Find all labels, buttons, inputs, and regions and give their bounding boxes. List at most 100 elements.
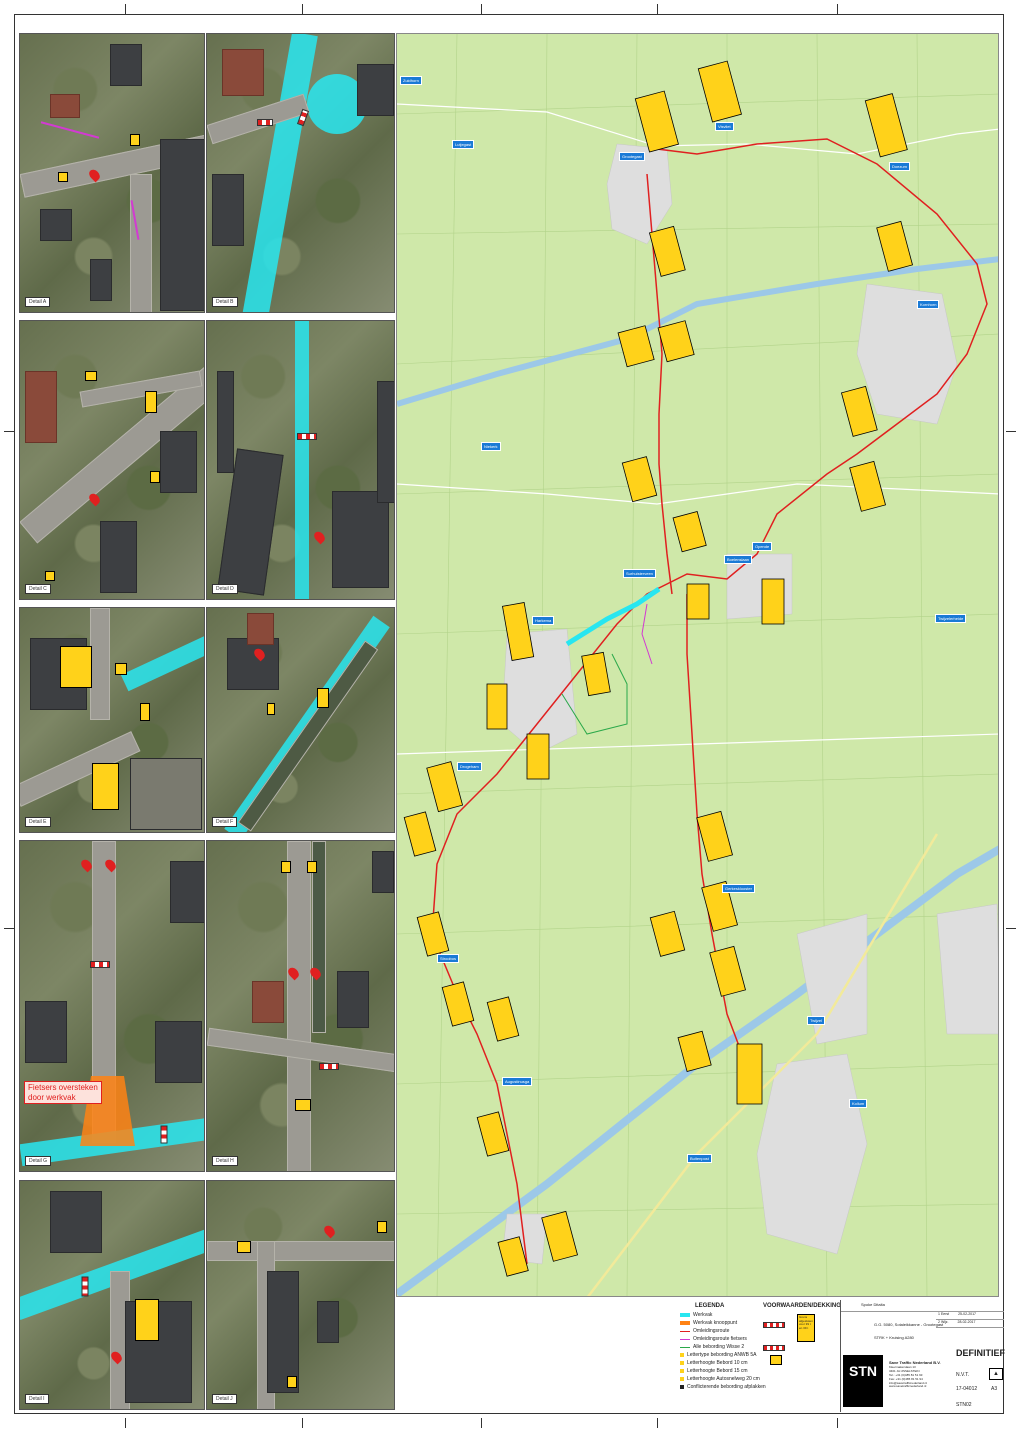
town-label[interactable]: Twijzelerheide xyxy=(935,614,967,623)
panel-label: Detail G xyxy=(25,1156,52,1166)
parking-area xyxy=(130,758,202,830)
building-roof xyxy=(217,371,234,473)
title-block: Spoke Ditalta 1 Eerst 25-02-2017 2 Wijz.… xyxy=(840,1300,1005,1412)
town-label[interactable]: Zuidhorn xyxy=(400,76,422,85)
building-roof xyxy=(212,174,244,246)
traffic-sign xyxy=(145,391,157,413)
marker-pin-icon xyxy=(312,529,327,545)
town-label[interactable]: Harkema xyxy=(532,616,555,625)
town-label[interactable]: Niekerk xyxy=(481,442,501,451)
building-roof xyxy=(50,94,80,118)
panel-label: Detail J xyxy=(212,1394,237,1404)
town-label[interactable]: Stroobos xyxy=(437,954,460,963)
werkvak-road xyxy=(120,632,204,692)
legend-row: Lettertype bebording ANWB 5A xyxy=(680,1352,757,1358)
building-roof xyxy=(252,981,284,1023)
building-roof xyxy=(357,64,394,116)
town-label[interactable]: Kornhorn xyxy=(917,300,940,309)
company-address: Kleermakerslaan 13 3401 JA IJSSELSTEIN T… xyxy=(889,1365,928,1389)
town-label[interactable]: Boelenslaan xyxy=(724,555,753,564)
legend-row: Conflicterende bebording afplakken xyxy=(680,1384,766,1390)
town-label[interactable]: Augustinusga xyxy=(502,1077,533,1086)
building-roof xyxy=(227,638,279,690)
aerial-panel-4[interactable]: Detail D xyxy=(206,320,395,600)
callout-cyclists: Fietsers oversteken door werkvak xyxy=(24,1081,102,1105)
road xyxy=(287,841,311,1171)
building-roof xyxy=(40,209,72,241)
traffic-sign xyxy=(307,861,317,873)
legend-sign xyxy=(770,1355,782,1365)
map-canvas xyxy=(397,34,998,1296)
aerial-panel-1[interactable]: Detail A xyxy=(19,33,205,313)
building-roof xyxy=(90,259,112,301)
aerial-panel-8[interactable]: Detail H xyxy=(206,840,395,1172)
town-label[interactable]: Surhuisterveen xyxy=(623,569,656,578)
revision-row: 1 Eerst 25-02-2017 xyxy=(936,1312,1004,1320)
legend: LEGENDA VOORWAARDEN/DEKKING Werkvak Werk… xyxy=(675,1300,841,1410)
aerial-panel-3[interactable]: Detail C xyxy=(19,320,205,600)
town-label[interactable]: Kollum xyxy=(849,1099,868,1108)
legend-barrier xyxy=(763,1322,785,1328)
building-roof xyxy=(332,491,389,588)
building-roof xyxy=(160,139,204,311)
town-label[interactable]: Lutjegast xyxy=(452,140,475,149)
frame-tick xyxy=(657,1418,658,1428)
building-roof xyxy=(222,49,264,96)
traffic-sign xyxy=(150,471,160,483)
town-label[interactable]: Drogeham xyxy=(457,762,482,771)
project-name: Spoke Ditalta xyxy=(841,1300,1004,1312)
panel-label: Detail B xyxy=(212,297,238,307)
aerial-panel-10[interactable]: Detail J xyxy=(206,1180,395,1410)
town-label[interactable]: Doezum xyxy=(889,162,910,171)
traffic-sign xyxy=(281,861,291,873)
traffic-sign xyxy=(267,703,275,715)
status-label: DEFINITIEF xyxy=(956,1348,1005,1358)
drawing-code: STN02 xyxy=(956,1402,972,1408)
legend-row: Omleidingsroute xyxy=(680,1328,729,1334)
aerial-panel-5[interactable]: Detail E xyxy=(19,607,205,833)
overview-map[interactable]: Zuidhorn Lutjegast Grootegast Visvliet D… xyxy=(396,33,999,1297)
frame-tick xyxy=(1006,928,1016,929)
building-roof xyxy=(170,861,204,923)
road-barrier xyxy=(160,1125,168,1144)
cyclist-detour-map xyxy=(641,603,653,665)
aerial-panel-6[interactable]: Detail F xyxy=(206,607,395,833)
aerial-panel-2[interactable]: Detail B xyxy=(206,33,395,313)
panel-label: Detail D xyxy=(212,584,238,594)
road-barrier xyxy=(297,433,317,440)
aerial-panel-9[interactable]: Detail I xyxy=(19,1180,205,1410)
town-label[interactable]: Twijzel xyxy=(807,1016,826,1025)
legend-row: Werkvak knooppunt xyxy=(680,1320,737,1326)
road-barrier xyxy=(81,1276,89,1297)
aerial-panel-7[interactable]: Fietsers oversteken door werkvak Detail … xyxy=(19,840,205,1172)
marker-pin-icon xyxy=(87,491,102,507)
town-label[interactable]: Gerkesklooster xyxy=(722,884,755,893)
building-roof xyxy=(317,1301,339,1343)
revision-row: 2 Wijz. 28-02-2017 xyxy=(936,1320,1004,1328)
town-label[interactable]: Opende xyxy=(752,542,773,551)
legend-swatch xyxy=(680,1377,684,1381)
legend-row: Werkvak xyxy=(680,1312,712,1318)
frame-tick xyxy=(302,1418,303,1428)
legend-swatch xyxy=(680,1313,690,1317)
town-label[interactable]: Buitenpost xyxy=(687,1154,712,1163)
legend-swatch xyxy=(680,1346,690,1348)
panel-label: Detail H xyxy=(212,1156,238,1166)
building-roof xyxy=(110,44,142,86)
town-label[interactable]: Grootegast xyxy=(619,152,645,161)
legend-sign: Grens afgesloten voor 39 t en 39 t xyxy=(797,1314,815,1342)
building-roof xyxy=(50,1191,102,1253)
road-barrier xyxy=(319,1063,339,1070)
town-label[interactable]: Visvliet xyxy=(715,122,734,131)
building-roof xyxy=(337,971,369,1028)
legend-barrier xyxy=(763,1345,785,1351)
road-barrier xyxy=(257,119,273,126)
building-roof xyxy=(25,1001,67,1063)
cyclist-detour-line xyxy=(40,121,100,139)
client-line: G.G. 5080, Sotaleikkanne - Grootegast xyxy=(874,1322,944,1327)
marker-pin-icon xyxy=(322,1223,337,1239)
legend-swatch xyxy=(680,1353,684,1357)
frame-tick xyxy=(837,1418,838,1428)
frame-tick xyxy=(125,1418,126,1428)
traffic-sign xyxy=(45,571,55,581)
